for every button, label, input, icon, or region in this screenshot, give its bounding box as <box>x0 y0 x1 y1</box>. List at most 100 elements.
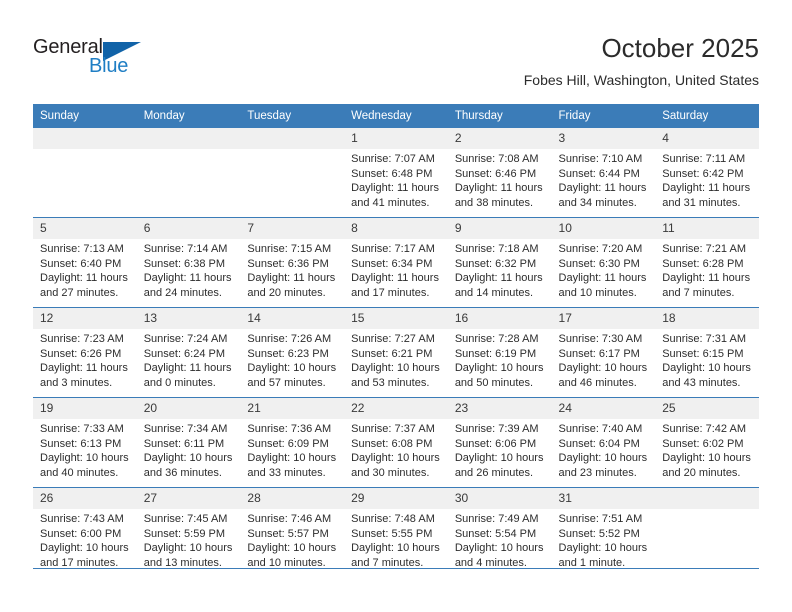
calendar-day-cell[interactable]: 3 Sunrise: 7:10 AM Sunset: 6:44 PM Daylight… <box>551 128 656 218</box>
calendar-header-row: Sunday Monday Tuesday Wednesday Thursday… <box>33 104 759 128</box>
day-number: 1 <box>344 128 448 149</box>
day-details: Sunrise: 7:20 AM Sunset: 6:30 PM Daylight:… <box>552 239 656 300</box>
sunrise-text: Sunrise: 7:17 AM <box>351 243 435 255</box>
calendar-day-cell[interactable]: 1 Sunrise: 7:07 AM Sunset: 6:48 PM Daylight… <box>344 128 448 218</box>
sunrise-text: Sunrise: 7:39 AM <box>454 423 539 435</box>
daylight-text-line2: and 20 minutes. <box>247 286 326 299</box>
sunset-text: Sunset: 6:34 PM <box>351 257 433 270</box>
calendar-day-cell[interactable]: 14 Sunrise: 7:26 AM Sunset: 6:23 PM Dayligh… <box>240 307 345 398</box>
calendar-day-cell[interactable]: 31 Sunrise: 7:51 AM Sunset: 5:52 PM Dayligh… <box>551 487 656 577</box>
day-details: Sunrise: 7:24 AM Sunset: 6:24 PM Daylight:… <box>137 329 241 390</box>
calendar-day-cell[interactable]: 9 Sunrise: 7:18 AM Sunset: 6:32 PM Daylight… <box>447 217 552 308</box>
calendar-day-cell[interactable]: 23 Sunrise: 7:39 AM Sunset: 6:06 PM Dayligh… <box>447 397 552 488</box>
calendar-day-cell[interactable]: 24 Sunrise: 7:40 AM Sunset: 6:04 PM Dayligh… <box>551 397 656 488</box>
calendar-day-cell[interactable]: 17 Sunrise: 7:30 AM Sunset: 6:17 PM Dayligh… <box>551 307 656 398</box>
sunset-text: Sunset: 6:44 PM <box>558 167 640 180</box>
calendar-day-cell[interactable]: 12 Sunrise: 7:23 AM Sunset: 6:26 PM Dayligh… <box>33 307 137 398</box>
calendar-day-cell[interactable]: 28 Sunrise: 7:46 AM Sunset: 5:57 PM Dayligh… <box>240 487 345 577</box>
sunrise-text: Sunrise: 7:40 AM <box>558 423 643 435</box>
calendar-day-cell[interactable]: 2 Sunrise: 7:08 AM Sunset: 6:46 PM Daylight… <box>447 128 552 218</box>
calendar-day-cell[interactable]: 15 Sunrise: 7:27 AM Sunset: 6:21 PM Dayligh… <box>344 307 448 398</box>
sunset-text: Sunset: 6:19 PM <box>454 347 537 360</box>
day-number: 3 <box>551 128 656 149</box>
day-number: 23 <box>447 398 552 419</box>
day-details: Sunrise: 7:17 AM Sunset: 6:34 PM Daylight:… <box>344 239 448 300</box>
sunset-text: Sunset: 6:24 PM <box>143 347 226 360</box>
daylight-text-line1: Daylight: 11 hours <box>662 272 751 285</box>
day-number: 29 <box>344 488 448 509</box>
daylight-text-line1: Daylight: 11 hours <box>40 362 128 375</box>
day-details: Sunrise: 7:36 AM Sunset: 6:09 PM Daylight:… <box>240 419 344 480</box>
day-number: 24 <box>551 398 656 419</box>
sunset-text: Sunset: 5:54 PM <box>454 527 537 540</box>
calendar-day-cell[interactable]: 5 Sunrise: 7:13 AM Sunset: 6:40 PM Daylight… <box>33 217 137 308</box>
day-number <box>655 488 759 509</box>
day-details: Sunrise: 7:11 AM Sunset: 6:42 PM Daylight:… <box>655 149 759 210</box>
daylight-text-line1: Daylight: 11 hours <box>454 182 543 195</box>
daylight-text-line2: and 46 minutes. <box>558 376 637 389</box>
calendar-day-cell[interactable]: 8 Sunrise: 7:17 AM Sunset: 6:34 PM Daylight… <box>344 217 448 308</box>
sunrise-text: Sunrise: 7:20 AM <box>558 243 643 255</box>
calendar-day-cell[interactable]: 6 Sunrise: 7:14 AM Sunset: 6:38 PM Daylight… <box>136 217 241 308</box>
calendar-day-cell-empty <box>136 128 241 218</box>
day-details: Sunrise: 7:27 AM Sunset: 6:21 PM Daylight:… <box>344 329 448 390</box>
day-number: 27 <box>136 488 241 509</box>
calendar-day-cell[interactable]: 27 Sunrise: 7:45 AM Sunset: 5:59 PM Dayligh… <box>136 487 241 577</box>
daylight-text-line1: Daylight: 11 hours <box>662 182 751 195</box>
day-number: 28 <box>240 488 345 509</box>
day-number: 4 <box>655 128 759 149</box>
sunset-text: Sunset: 6:09 PM <box>247 437 329 450</box>
sunset-text: Sunset: 6:02 PM <box>662 437 744 450</box>
sunset-text: Sunset: 6:42 PM <box>662 167 744 180</box>
calendar-day-cell[interactable]: 4 Sunrise: 7:11 AM Sunset: 6:42 PM Daylight… <box>655 128 759 218</box>
sunset-text: Sunset: 6:48 PM <box>351 167 433 180</box>
sunrise-text: Sunrise: 7:21 AM <box>662 243 746 255</box>
daylight-text-line2: and 41 minutes. <box>351 196 430 209</box>
calendar-day-cell[interactable]: 30 Sunrise: 7:49 AM Sunset: 5:54 PM Dayligh… <box>447 487 552 577</box>
daylight-text-line1: Daylight: 10 hours <box>558 452 648 465</box>
daylight-text-line2: and 14 minutes. <box>454 286 534 299</box>
day-details: Sunrise: 7:34 AM Sunset: 6:11 PM Daylight:… <box>137 419 241 480</box>
calendar-day-cell[interactable]: 29 Sunrise: 7:48 AM Sunset: 5:55 PM Dayligh… <box>344 487 448 577</box>
sunset-text: Sunset: 6:13 PM <box>40 437 122 450</box>
day-number: 22 <box>344 398 448 419</box>
sunrise-text: Sunrise: 7:27 AM <box>351 333 435 345</box>
general-blue-logo[interactable]: General Blue <box>33 36 153 82</box>
sunset-text: Sunset: 5:52 PM <box>558 527 640 540</box>
sunset-text: Sunset: 6:46 PM <box>454 167 537 180</box>
calendar-day-cell[interactable]: 11 Sunrise: 7:21 AM Sunset: 6:28 PM Dayligh… <box>655 217 759 308</box>
calendar-day-cell[interactable]: 25 Sunrise: 7:42 AM Sunset: 6:02 PM Dayligh… <box>655 397 759 488</box>
day-details: Sunrise: 7:42 AM Sunset: 6:02 PM Daylight:… <box>655 419 759 480</box>
calendar-day-cell[interactable]: 13 Sunrise: 7:24 AM Sunset: 6:24 PM Dayligh… <box>136 307 241 398</box>
sunset-text: Sunset: 6:21 PM <box>351 347 433 360</box>
calendar-day-cell[interactable]: 10 Sunrise: 7:20 AM Sunset: 6:30 PM Dayligh… <box>551 217 656 308</box>
sunrise-text: Sunrise: 7:42 AM <box>662 423 746 435</box>
calendar-day-cell[interactable]: 7 Sunrise: 7:15 AM Sunset: 6:36 PM Daylight… <box>240 217 345 308</box>
calendar-day-cell[interactable]: 22 Sunrise: 7:37 AM Sunset: 6:08 PM Dayligh… <box>344 397 448 488</box>
calendar-day-cell[interactable]: 26 Sunrise: 7:43 AM Sunset: 6:00 PM Dayligh… <box>33 487 137 577</box>
calendar-day-cell[interactable]: 18 Sunrise: 7:31 AM Sunset: 6:15 PM Dayligh… <box>655 307 759 398</box>
weekday-header-monday: Monday <box>136 104 241 128</box>
daylight-text-line2: and 53 minutes. <box>351 376 430 389</box>
daylight-text-line1: Daylight: 10 hours <box>558 362 648 375</box>
sunrise-text: Sunrise: 7:37 AM <box>351 423 435 435</box>
sunrise-text: Sunrise: 7:36 AM <box>247 423 332 435</box>
calendar-day-cell[interactable]: 20 Sunrise: 7:34 AM Sunset: 6:11 PM Dayligh… <box>136 397 241 488</box>
calendar-day-cell[interactable]: 19 Sunrise: 7:33 AM Sunset: 6:13 PM Dayligh… <box>33 397 137 488</box>
daylight-text-line1: Daylight: 10 hours <box>247 542 337 555</box>
day-details: Sunrise: 7:45 AM Sunset: 5:59 PM Daylight:… <box>137 509 241 570</box>
calendar-day-cell[interactable]: 21 Sunrise: 7:36 AM Sunset: 6:09 PM Dayligh… <box>240 397 345 488</box>
sunrise-text: Sunrise: 7:28 AM <box>454 333 539 345</box>
calendar-day-cell[interactable]: 16 Sunrise: 7:28 AM Sunset: 6:19 PM Dayligh… <box>447 307 552 398</box>
sunset-text: Sunset: 6:28 PM <box>662 257 744 270</box>
sunrise-text: Sunrise: 7:48 AM <box>351 513 435 525</box>
daylight-text-line2: and 24 minutes. <box>143 286 222 299</box>
calendar-week-row: 5 Sunrise: 7:13 AM Sunset: 6:40 PM Daylight… <box>33 217 759 308</box>
sunrise-text: Sunrise: 7:46 AM <box>247 513 332 525</box>
day-details: Sunrise: 7:18 AM Sunset: 6:32 PM Daylight:… <box>448 239 552 300</box>
day-number: 11 <box>655 218 759 239</box>
calendar-grid: Sunday Monday Tuesday Wednesday Thursday… <box>33 104 759 577</box>
calendar-day-cell-empty <box>655 487 759 577</box>
daylight-text-line2: and 57 minutes. <box>247 376 326 389</box>
day-details: Sunrise: 7:08 AM Sunset: 6:46 PM Daylight:… <box>448 149 552 210</box>
